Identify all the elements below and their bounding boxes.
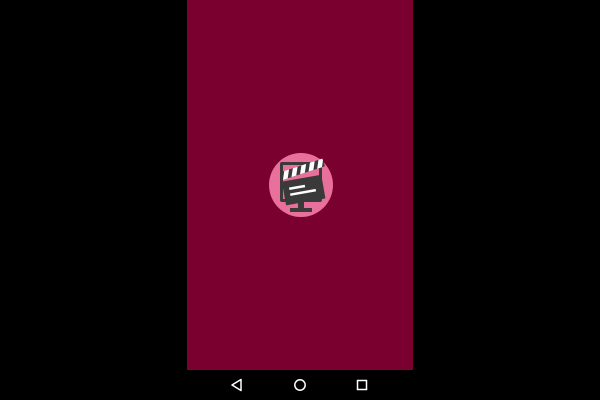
device-display — [0, 0, 600, 400]
back-button[interactable] — [228, 376, 246, 394]
home-button[interactable] — [291, 376, 309, 394]
app-logo — [268, 152, 334, 218]
back-triangle-icon — [231, 378, 242, 392]
recents-button[interactable] — [353, 376, 371, 394]
splash-screen — [187, 0, 413, 370]
recents-square-icon — [356, 379, 368, 391]
system-navigation-bar — [0, 370, 600, 400]
home-circle-icon — [294, 379, 306, 391]
clapperboard-tv-icon — [269, 153, 333, 217]
